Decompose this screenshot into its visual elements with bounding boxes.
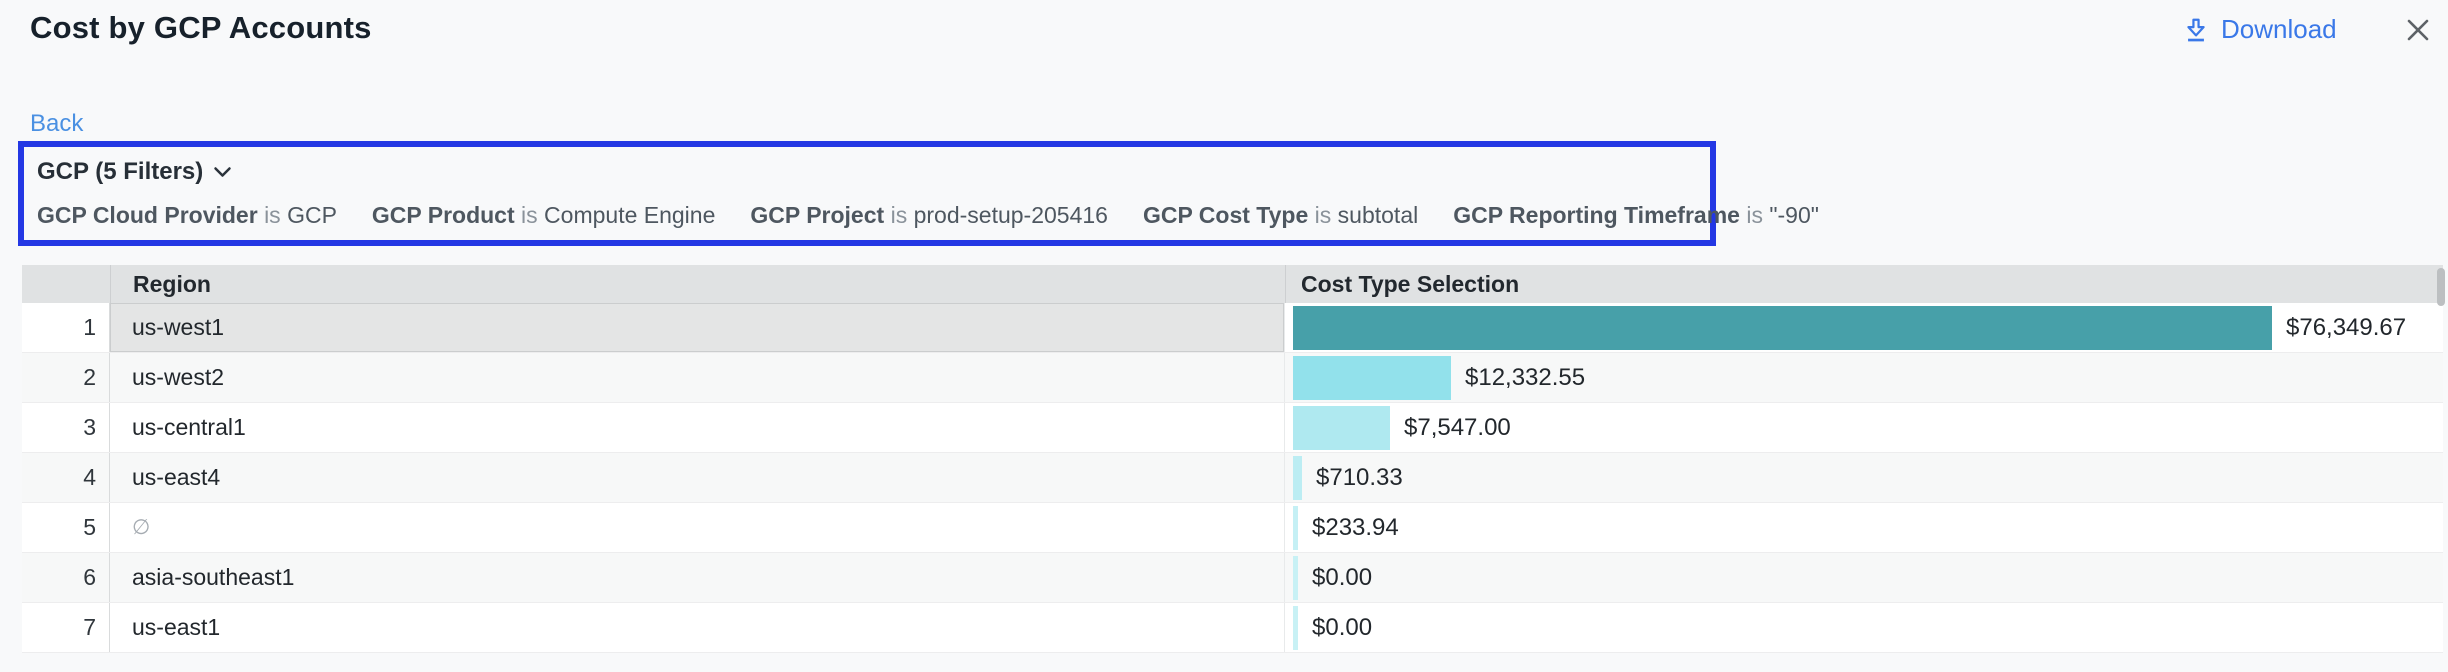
row-number: 7 xyxy=(22,603,110,652)
table-row[interactable]: 5 ∅ $233.94 xyxy=(22,503,2443,553)
vertical-scrollbar-thumb[interactable] xyxy=(2437,268,2445,306)
bar-cell: $0.00 xyxy=(1285,553,2443,602)
region-cell[interactable]: us-central1 xyxy=(110,403,1285,452)
row-number: 1 xyxy=(22,303,110,352)
row-number: 4 xyxy=(22,453,110,502)
bar-cell: $76,349.67 xyxy=(1285,303,2443,352)
table-row[interactable]: 2 us-west2 $12,332.55 xyxy=(22,353,2443,403)
download-label: Download xyxy=(2221,14,2337,45)
cost-bar[interactable] xyxy=(1293,556,1298,600)
cost-bar[interactable] xyxy=(1293,606,1298,650)
region-cell[interactable]: us-west1 xyxy=(110,303,1285,352)
close-button[interactable] xyxy=(2400,12,2436,48)
region-cell[interactable]: asia-southeast1 xyxy=(110,553,1285,602)
filter-chip: GCP Project is prod-setup-205416 xyxy=(750,201,1108,229)
cost-bar[interactable] xyxy=(1293,306,2272,350)
table-row[interactable]: 3 us-central1 $7,547.00 xyxy=(22,403,2443,453)
row-number: 5 xyxy=(22,503,110,552)
filter-chip: GCP Cost Type is subtotal xyxy=(1143,201,1418,229)
cost-table: Region Cost Type Selection 1 us-west1 $7… xyxy=(22,265,2443,653)
page-title: Cost by GCP Accounts xyxy=(30,10,372,46)
cost-type-selection-column-header[interactable]: Cost Type Selection xyxy=(1285,265,2443,303)
bar-cell: $12,332.55 xyxy=(1285,353,2443,402)
table-row[interactable]: 6 asia-southeast1 $0.00 xyxy=(22,553,2443,603)
bar-cell: $233.94 xyxy=(1285,503,2443,552)
table-row[interactable]: 4 us-east4 $710.33 xyxy=(22,453,2443,503)
region-cell[interactable]: us-east4 xyxy=(110,453,1285,502)
cost-bar[interactable] xyxy=(1293,406,1390,450)
bar-cell: $7,547.00 xyxy=(1285,403,2443,452)
filter-chip: GCP Product is Compute Engine xyxy=(372,201,715,229)
cost-value: $76,349.67 xyxy=(2286,314,2406,342)
back-link[interactable]: Back xyxy=(30,110,83,138)
download-button[interactable]: Download xyxy=(2182,14,2337,45)
row-number: 3 xyxy=(22,403,110,452)
close-icon xyxy=(2403,15,2433,45)
table-body: 1 us-west1 $76,349.67 2 us-west2 $12,332… xyxy=(22,303,2443,653)
table-header: Region Cost Type Selection xyxy=(22,265,2443,303)
cost-value: $12,332.55 xyxy=(1465,364,1585,392)
row-number-column-header xyxy=(22,265,110,303)
row-number: 2 xyxy=(22,353,110,402)
filter-group-box: GCP (5 Filters) GCP Cloud Provider is GC… xyxy=(18,141,1716,246)
region-column-header[interactable]: Region xyxy=(110,265,1285,303)
filter-chip: GCP Cloud Provider is GCP xyxy=(37,201,337,229)
filter-list: GCP Cloud Provider is GCP GCP Product is… xyxy=(37,201,1710,229)
cost-value: $233.94 xyxy=(1312,514,1399,542)
bar-cell: $0.00 xyxy=(1285,603,2443,652)
cost-value: $0.00 xyxy=(1312,614,1372,642)
region-cell[interactable]: us-east1 xyxy=(110,603,1285,652)
cost-value: $7,547.00 xyxy=(1404,414,1511,442)
filter-chip: GCP Reporting Timeframe is "-90" xyxy=(1453,201,1819,229)
chevron-down-icon xyxy=(213,166,232,178)
cost-bar[interactable] xyxy=(1293,356,1451,400)
download-icon xyxy=(2182,16,2210,44)
cost-bar[interactable] xyxy=(1293,506,1298,550)
filter-summary-dropdown[interactable]: GCP (5 Filters) xyxy=(37,156,1710,188)
cost-value: $0.00 xyxy=(1312,564,1372,592)
region-cell-empty-value[interactable]: ∅ xyxy=(110,503,1285,552)
table-row[interactable]: 1 us-west1 $76,349.67 xyxy=(22,303,2443,353)
table-row[interactable]: 7 us-east1 $0.00 xyxy=(22,603,2443,653)
cost-bar[interactable] xyxy=(1293,456,1302,500)
bar-cell: $710.33 xyxy=(1285,453,2443,502)
region-cell[interactable]: us-west2 xyxy=(110,353,1285,402)
cost-value: $710.33 xyxy=(1316,464,1403,492)
filter-summary-label: GCP (5 Filters) xyxy=(37,156,203,188)
row-number: 6 xyxy=(22,553,110,602)
